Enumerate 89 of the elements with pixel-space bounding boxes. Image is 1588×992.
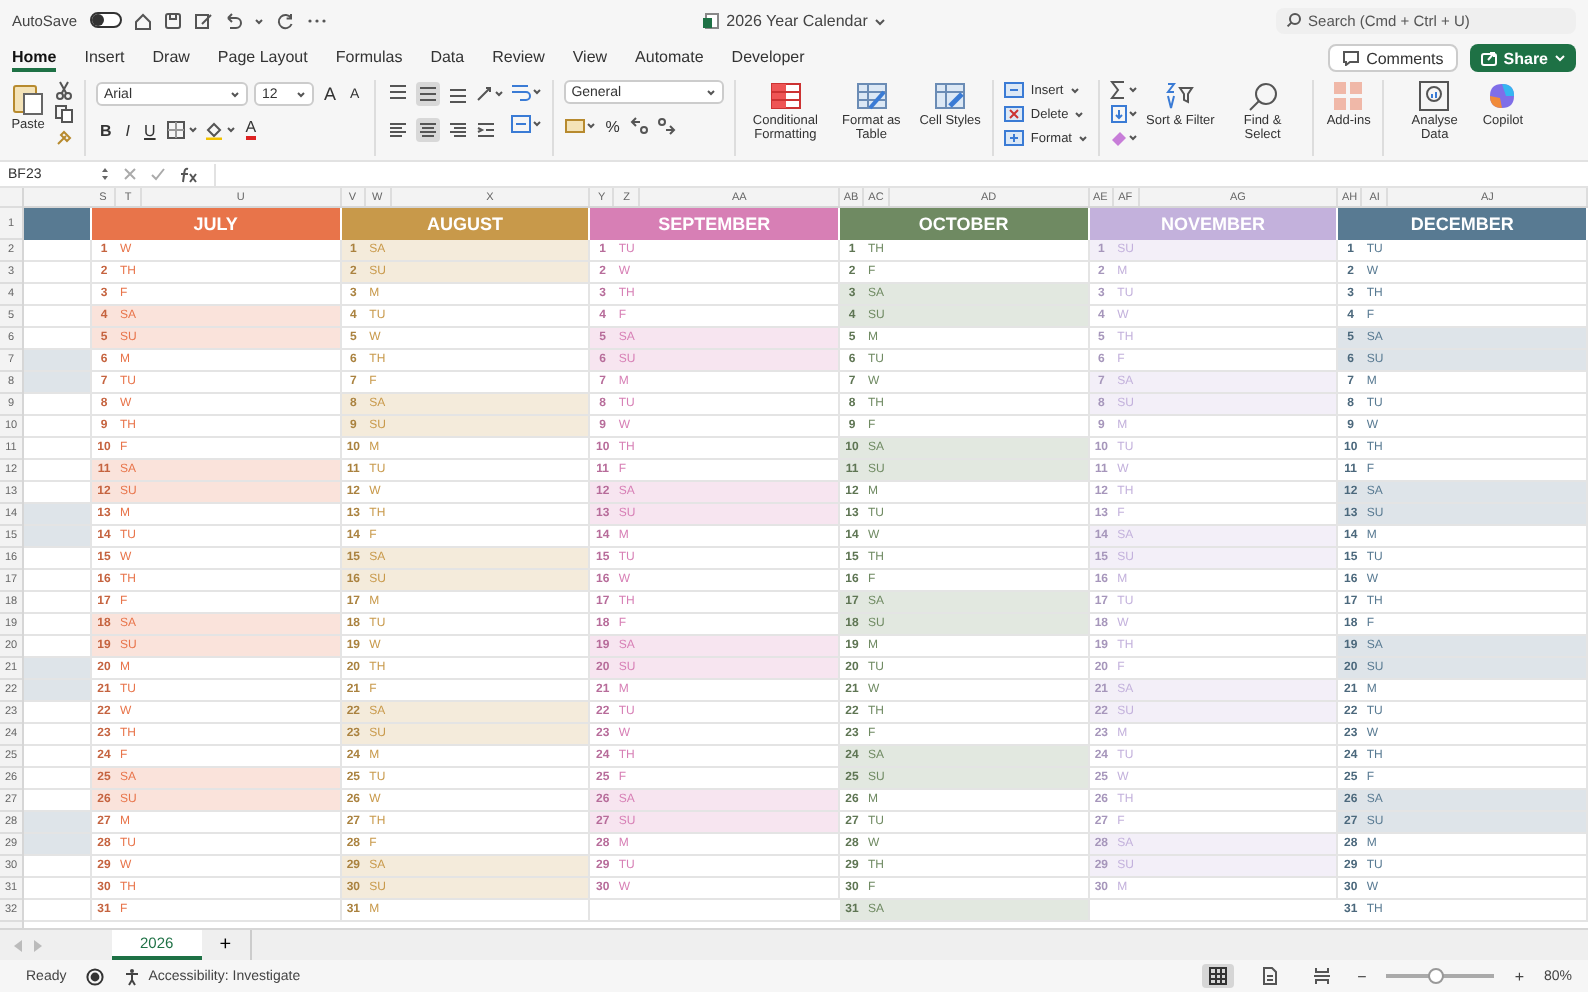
magnifier-icon: [1246, 80, 1279, 112]
grid-icon: [1207, 966, 1228, 986]
month-header: NOVEMBER: [1089, 208, 1339, 240]
check-icon[interactable]: [150, 166, 166, 182]
caret-icon: [296, 89, 306, 99]
ribbon-tab[interactable]: Draw: [152, 44, 190, 72]
clipboard-icon: [10, 80, 46, 116]
ribbon-tab[interactable]: Home: [12, 44, 57, 72]
ribbon-tab[interactable]: Insert: [84, 44, 125, 72]
format-cells-icon: [1004, 130, 1025, 146]
page-icon: [1259, 966, 1280, 986]
save-icon[interactable]: [163, 11, 182, 29]
caret-icon: [230, 89, 240, 99]
horizontal-align-button[interactable]: [385, 118, 410, 142]
ribbon-tab[interactable]: Page Layout: [217, 44, 308, 72]
normal-view-button[interactable]: [1201, 964, 1234, 988]
month-header: JULY: [92, 208, 342, 240]
undo-icon[interactable]: [223, 11, 242, 29]
fill-color-icon[interactable]: [203, 120, 236, 140]
add-ins-icon: [1330, 80, 1367, 112]
ribbon-tab[interactable]: Data: [430, 44, 465, 72]
zoom-in-button[interactable]: +: [1514, 967, 1524, 985]
table-icon: [853, 80, 890, 112]
ribbon-tab[interactable]: Formulas: [335, 44, 403, 72]
align-lines-icon: [417, 120, 438, 140]
borders-icon[interactable]: [165, 120, 198, 140]
underline-button[interactable]: U: [140, 118, 160, 142]
comments-button[interactable]: Comments: [1328, 44, 1458, 72]
spreadsheet-file-icon: [702, 11, 721, 29]
align-lines-icon: [447, 120, 468, 140]
cell-styles-icon: [932, 80, 969, 112]
spinner-icon[interactable]: [100, 164, 110, 184]
insert-cells-icon: [1004, 82, 1025, 98]
comment-icon: [1342, 50, 1361, 66]
home-icon[interactable]: [133, 11, 152, 29]
share-icon: [1479, 50, 1498, 66]
align-lines-icon: [387, 84, 408, 104]
search-icon: [1286, 12, 1303, 28]
delete-cells-icon: [1004, 106, 1025, 122]
conditional-formatting-icon: [767, 80, 804, 112]
redo-icon[interactable]: [275, 11, 294, 29]
record-icon[interactable]: [86, 967, 105, 985]
month-header: SEPTEMBER: [590, 208, 840, 240]
bold-button[interactable]: B: [96, 118, 116, 142]
percent-button[interactable]: %: [601, 114, 624, 138]
month-header: DECEMBER: [1338, 208, 1588, 240]
ribbon-tab[interactable]: Review: [492, 44, 545, 72]
analyse-data-icon: [1416, 80, 1453, 112]
increase-font-size-button[interactable]: A: [320, 82, 341, 106]
align-lines-icon: [387, 120, 408, 140]
decrease-decimal-icon[interactable]: [655, 116, 676, 136]
autosum-icon[interactable]: [1110, 80, 1138, 100]
align-lines-icon: [447, 84, 468, 104]
ribbon-tab[interactable]: Developer: [731, 44, 805, 72]
currency-format-icon[interactable]: [563, 116, 596, 136]
document-title: 2026 Year Calendar: [726, 11, 868, 29]
font-color-button[interactable]: A: [241, 118, 261, 142]
month-header: AUGUST: [341, 208, 591, 240]
edit-icon[interactable]: [193, 11, 212, 29]
eraser-icon[interactable]: [1110, 128, 1138, 148]
ribbon-tab[interactable]: Automate: [635, 44, 704, 72]
horizontal-align-button[interactable]: [445, 118, 470, 142]
fill-down-icon[interactable]: [1110, 104, 1138, 124]
increase-decimal-icon[interactable]: [629, 116, 650, 136]
caret-icon: [1069, 85, 1080, 95]
accessibility-icon: [124, 967, 143, 985]
align-lines-icon: [417, 84, 438, 104]
cut-icon[interactable]: [54, 80, 74, 100]
vertical-align-button[interactable]: [415, 82, 440, 106]
ribbon-tab[interactable]: View: [572, 44, 608, 72]
zoom-slider-thumb[interactable]: [1427, 968, 1444, 984]
copy-icon[interactable]: [54, 104, 74, 124]
page-break-icon: [1311, 966, 1332, 986]
italic-button[interactable]: I: [121, 118, 135, 142]
caret-icon: [1078, 133, 1088, 143]
function-icon[interactable]: [178, 165, 202, 183]
caret-icon: [1554, 50, 1566, 66]
horizontal-align-button[interactable]: [415, 118, 440, 142]
month-header: OCTOBER: [839, 208, 1090, 240]
share-button[interactable]: Share: [1469, 44, 1576, 72]
caret-icon: [705, 87, 716, 97]
merge-cells-icon[interactable]: [509, 112, 542, 136]
wrap-text-icon[interactable]: [509, 80, 542, 104]
autosave-toggle[interactable]: [89, 12, 122, 28]
indent-icon[interactable]: [475, 120, 496, 140]
text-orientation-icon[interactable]: [475, 84, 504, 104]
caret-icon: [1074, 109, 1085, 119]
sort-filter-icon: [1164, 80, 1197, 112]
zoom-out-button[interactable]: −: [1357, 967, 1367, 985]
